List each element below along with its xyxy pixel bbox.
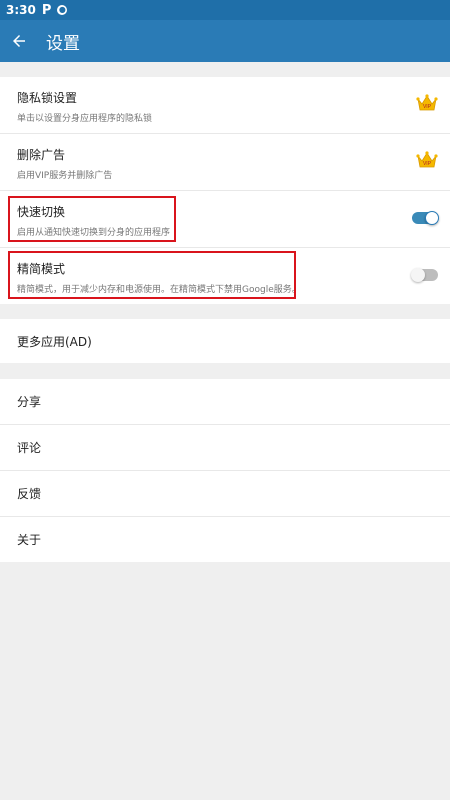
status-bar: 3:30 P ● — [0, 0, 450, 20]
quick-switch-setting[interactable]: 快速切换 启用从通知快速切换到分身的应用程序 — [0, 191, 450, 248]
app-bar: 设置 — [0, 20, 450, 62]
setting-subtitle: 启用从通知快速切换到分身的应用程序 — [17, 228, 171, 238]
setting-subtitle: 启用VIP服务并删除广告 — [17, 171, 113, 181]
menu-item-share[interactable]: 分享 — [0, 379, 450, 425]
page-title: 设置 — [46, 33, 80, 54]
notification-badge-icon: ● — [57, 5, 68, 15]
quick-switch-toggle[interactable] — [412, 211, 439, 225]
setting-subtitle: 精简模式，用于减少内存和电源使用。在精简模式下禁用Google服务。 — [17, 285, 301, 295]
lite-mode-toggle[interactable] — [411, 268, 438, 282]
status-time: 3:30 — [6, 3, 36, 17]
parking-notification-icon: P — [41, 2, 52, 18]
privacy-lock-setting[interactable]: 隐私锁设置 单击以设置分身应用程序的隐私锁 VIP — [0, 77, 450, 134]
more-apps-label: 更多应用(AD) — [17, 334, 92, 349]
vip-crown-icon: VIP — [416, 94, 438, 111]
menu-item-label: 反馈 — [17, 487, 42, 501]
more-apps-section: 更多应用(AD) — [0, 319, 450, 363]
vip-crown-icon: VIP — [416, 151, 438, 168]
setting-subtitle: 单击以设置分身应用程序的隐私锁 — [17, 114, 153, 124]
menu-section: 分享 评论 反馈 关于 — [0, 379, 450, 562]
menu-item-label: 分享 — [17, 395, 42, 409]
menu-item-feedback[interactable]: 反馈 — [0, 471, 450, 517]
menu-item-comment[interactable]: 评论 — [0, 425, 450, 471]
setting-title: 隐私锁设置 — [17, 91, 78, 105]
vip-crown-text: VIP — [423, 104, 432, 110]
setting-title: 精简模式 — [17, 262, 66, 276]
remove-ads-setting[interactable]: 删除广告 启用VIP服务并删除广告 VIP — [0, 134, 450, 191]
menu-item-label: 关于 — [17, 533, 42, 547]
vip-crown-text: VIP — [423, 161, 432, 167]
back-arrow-icon[interactable] — [10, 32, 28, 50]
toggle-knob — [411, 268, 425, 282]
settings-section: 隐私锁设置 单击以设置分身应用程序的隐私锁 VIP 删除广告 启用VIP服务并删… — [0, 77, 450, 304]
setting-title: 快速切换 — [17, 205, 66, 219]
setting-title: 删除广告 — [17, 148, 66, 162]
menu-item-about[interactable]: 关于 — [0, 517, 450, 562]
lite-mode-setting[interactable]: 精简模式 精简模式，用于减少内存和电源使用。在精简模式下禁用Google服务。 — [0, 248, 450, 304]
more-apps-item[interactable]: 更多应用(AD) — [0, 319, 450, 363]
toggle-knob — [425, 211, 439, 225]
menu-item-label: 评论 — [17, 441, 42, 455]
